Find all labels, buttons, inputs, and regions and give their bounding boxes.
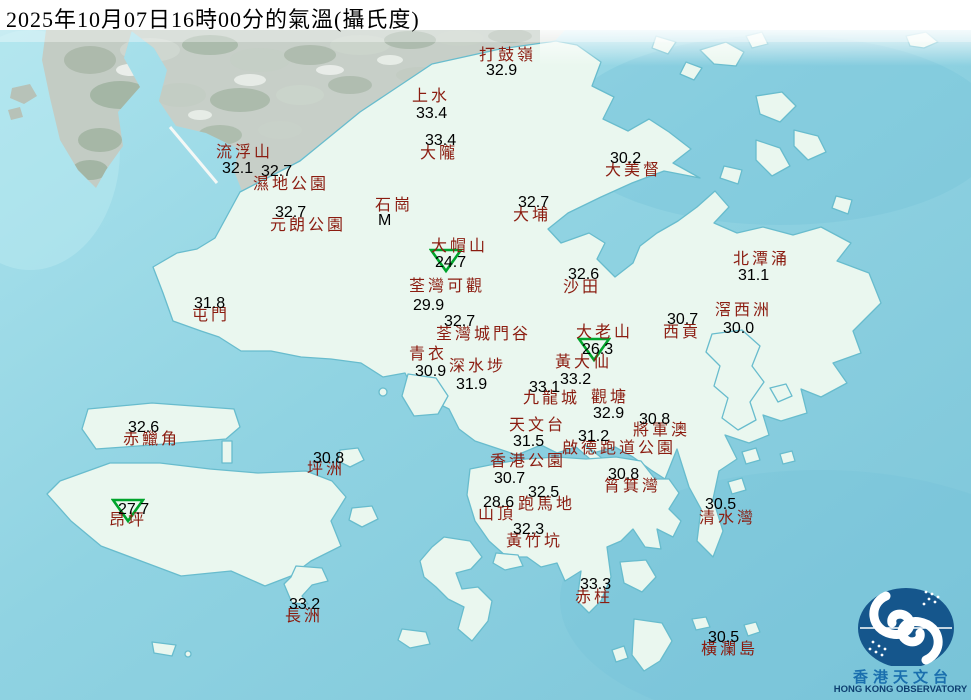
station-name-label: 北潭涌 xyxy=(733,252,790,268)
station-name-label: 清水灣 xyxy=(699,511,756,527)
station-temperature-value: 33.4 xyxy=(416,106,447,122)
station-name-label: 流浮山 xyxy=(216,145,273,161)
station-temperature-value: 32.1 xyxy=(222,161,253,177)
station-temperature-value: 31.9 xyxy=(456,377,487,393)
station-name-label: 青衣 xyxy=(409,347,447,363)
station-temperature-value: 30.8 xyxy=(639,412,670,428)
station-temperature-value: 28.6 xyxy=(483,495,514,511)
hko-logo: 香港天文台 HONG KONG OBSERVATORY xyxy=(830,580,971,700)
station-temperature-value: 30.5 xyxy=(708,630,739,646)
station-temperature-value: 32.6 xyxy=(568,267,599,283)
station-temperature-value: 32.3 xyxy=(513,522,544,538)
station-temperature-value: 33.1 xyxy=(529,380,560,396)
station-temperature-value: 31.8 xyxy=(194,296,225,312)
station-name-label: 滘西洲 xyxy=(715,303,772,319)
station-temperature-value: 32.9 xyxy=(593,406,624,422)
station-temperature-value: 30.9 xyxy=(415,364,446,380)
station-name-label: 上水 xyxy=(412,89,450,105)
station-temperature-value: 33.3 xyxy=(580,577,611,593)
station-name-label: 香港公園 xyxy=(490,454,566,470)
station-temperature-value: 30.8 xyxy=(313,451,344,467)
temperature-map-app: 2025年10月07日16時00分的氣溫(攝氏度) 32.9打鼓嶺33.4上水3… xyxy=(0,0,971,700)
station-temperature-value: 30.7 xyxy=(667,312,698,328)
station-temperature-value: 32.7 xyxy=(518,195,549,211)
station-name-label: 大老山 xyxy=(576,325,633,341)
station-temperature-value: 31.1 xyxy=(738,268,769,284)
station-temperature-value: 29.9 xyxy=(413,298,444,314)
station-temperature-value: 32.5 xyxy=(528,485,559,501)
hko-logo-emblem xyxy=(830,580,971,666)
hko-logo-english: HONG KONG OBSERVATORY xyxy=(826,684,971,695)
station-temperature-value: 32.6 xyxy=(128,420,159,436)
station-temperature-value: 32.7 xyxy=(275,205,306,221)
station-name-label: 大帽山 xyxy=(431,239,488,255)
station-temperature-value: 33.2 xyxy=(289,597,320,613)
hong-kong-map xyxy=(0,0,971,700)
station-temperature-value: 30.7 xyxy=(494,471,525,487)
station-temperature-value: 30.0 xyxy=(723,321,754,337)
station-temperature-value: 24.7 xyxy=(435,255,466,271)
station-temperature-value: 30.8 xyxy=(608,467,639,483)
station-temperature-value: 32.7 xyxy=(444,314,475,330)
station-temperature-value: 31.5 xyxy=(513,434,544,450)
station-temperature-value: M xyxy=(378,213,391,229)
station-temperature-value: 31.2 xyxy=(578,429,609,445)
station-temperature-value: 33.2 xyxy=(560,372,591,388)
page-title: 2025年10月07日16時00分的氣溫(攝氏度) xyxy=(6,2,420,34)
station-name-label: 荃灣可觀 xyxy=(409,279,485,295)
station-temperature-value: 27.7 xyxy=(118,502,149,518)
station-name-label: 觀塘 xyxy=(591,390,629,406)
station-temperature-value: 26.3 xyxy=(582,342,613,358)
station-temperature-value: 32.7 xyxy=(261,164,292,180)
station-temperature-value: 30.5 xyxy=(705,497,736,513)
station-name-label: 深水埗 xyxy=(449,359,506,375)
station-temperature-value: 30.2 xyxy=(610,151,641,167)
station-name-label: 天文台 xyxy=(509,418,566,434)
station-temperature-value: 32.9 xyxy=(486,63,517,79)
station-temperature-value: 33.4 xyxy=(425,133,456,149)
